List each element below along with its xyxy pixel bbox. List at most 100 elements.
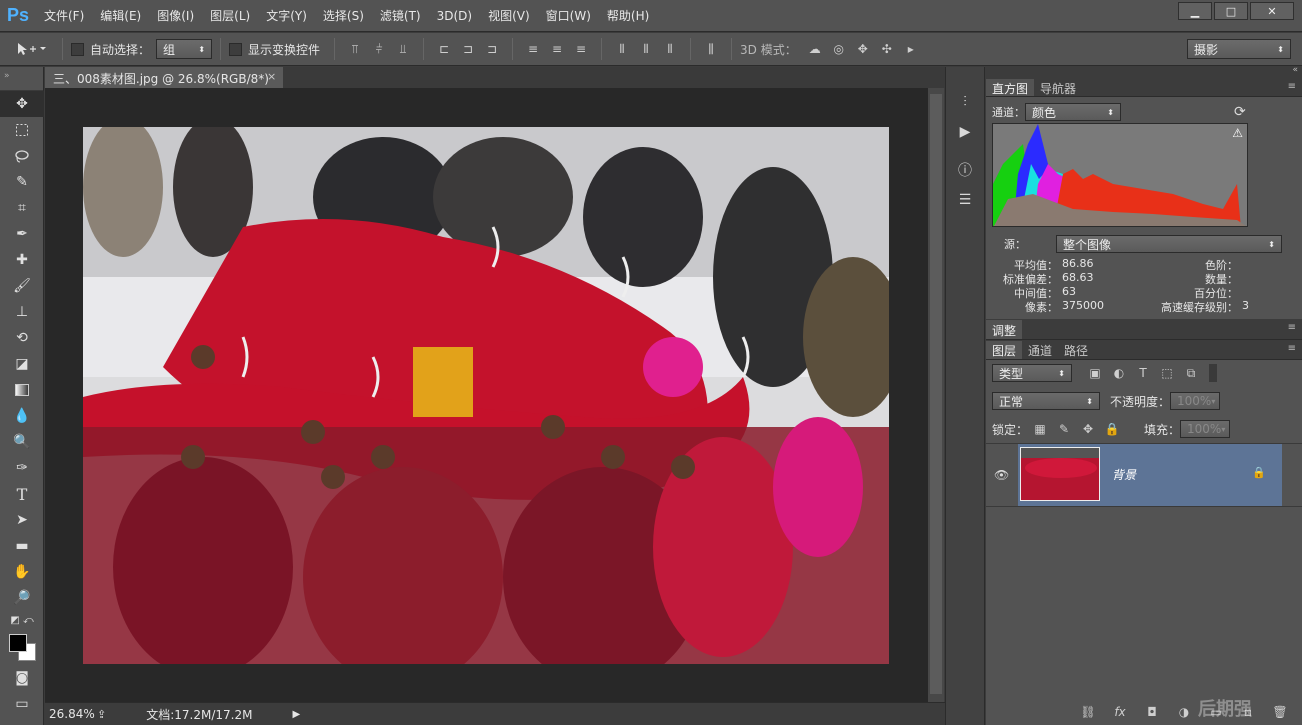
foreground-background-colors[interactable] — [0, 629, 44, 665]
align-hcenter-icon[interactable]: ⊐ — [459, 40, 477, 58]
align-bottom-icon[interactable]: ⫫ — [394, 40, 412, 58]
opacity-input[interactable]: 100% ▾ — [1170, 392, 1221, 410]
hand-tool-icon[interactable]: ✋ — [0, 559, 44, 585]
panel-collapse-icon[interactable]: « — [1292, 65, 1298, 75]
channel-dropdown[interactable]: 颜色 ⬍ — [1025, 103, 1121, 121]
auto-align-icon[interactable]: ⫼ — [702, 40, 720, 58]
eye-icon[interactable]: 👁 — [994, 468, 1009, 482]
type-tool-icon[interactable]: T — [0, 481, 44, 507]
blur-tool-icon[interactable]: 💧 — [0, 403, 44, 429]
dodge-tool-icon[interactable]: 🔍 — [0, 429, 44, 455]
tab-navigator[interactable]: 导航器 — [1034, 79, 1082, 96]
menu-select[interactable]: 选择(S) — [315, 0, 372, 32]
eyedropper-tool-icon[interactable]: ✒ — [0, 221, 44, 247]
panel-menu-icon[interactable]: ≡ — [1288, 343, 1296, 354]
filter-shape-icon[interactable]: ⬚ — [1158, 364, 1176, 382]
close-button[interactable]: ✕ — [1250, 2, 1294, 20]
menu-edit[interactable]: 编辑(E) — [92, 0, 149, 32]
tab-adjustments[interactable]: 调整 — [986, 320, 1023, 339]
canvas-area[interactable] — [45, 88, 928, 702]
panel-menu-icon[interactable]: ≡ — [1288, 81, 1296, 92]
align-left-icon[interactable]: ⊏ — [435, 40, 453, 58]
auto-select-dropdown[interactable]: 组 ⬍ — [156, 39, 213, 59]
distribute-hcenter-icon[interactable]: ⦀ — [637, 40, 655, 58]
filter-type-icon[interactable]: T — [1134, 364, 1152, 382]
play-arrow-icon[interactable]: ▶ — [292, 709, 300, 720]
source-dropdown[interactable]: 整个图像 ⬍ — [1056, 235, 1282, 253]
lasso-tool-icon[interactable] — [0, 143, 44, 169]
filter-smart-icon[interactable]: ⧉ — [1182, 364, 1200, 382]
info-panel-icon[interactable]: ⓘ — [946, 155, 984, 185]
lock-transparent-icon[interactable]: ▦ — [1031, 420, 1049, 438]
filter-adjustment-icon[interactable]: ◐ — [1110, 364, 1128, 382]
warning-icon[interactable]: ⚠ — [1232, 126, 1243, 140]
panel-menu-icon[interactable]: ≡ — [1288, 322, 1296, 333]
pen-tool-icon[interactable]: ✑ — [0, 455, 44, 481]
toolbar-collapse-icon[interactable]: » — [0, 67, 43, 91]
history-brush-tool-icon[interactable]: ⟲ — [0, 325, 44, 351]
menu-type[interactable]: 文字(Y) — [258, 0, 315, 32]
menu-view[interactable]: 视图(V) — [480, 0, 538, 32]
distribute-right-icon[interactable]: ⦀ — [661, 40, 679, 58]
3d-roll-icon[interactable]: ◎ — [830, 40, 848, 58]
blend-mode-dropdown[interactable]: 正常 ⬍ — [992, 392, 1100, 410]
menu-file[interactable]: 文件(F) — [36, 0, 92, 32]
layer-row-selected[interactable]: 背景 🔒 — [1018, 444, 1282, 506]
tab-histogram[interactable]: 直方图 — [986, 79, 1035, 96]
distribute-vcenter-icon[interactable]: ≡ — [548, 40, 566, 58]
new-adjustment-icon[interactable]: ◑ — [1175, 703, 1193, 721]
tab-layers[interactable]: 图层 — [986, 341, 1023, 359]
add-mask-icon[interactable]: ◘ — [1143, 703, 1161, 721]
marquee-tool-icon[interactable] — [0, 117, 44, 143]
distribute-bottom-icon[interactable]: ≡ — [572, 40, 590, 58]
3d-pan-icon[interactable]: ✥ — [854, 40, 872, 58]
vertical-scrollbar[interactable] — [928, 88, 944, 702]
close-tab-icon[interactable]: × — [267, 70, 276, 83]
fill-input[interactable]: 100% ▾ — [1180, 420, 1231, 438]
document-tab[interactable]: 三、008素材图.jpg @ 26.8%(RGB/8*) × — [45, 67, 283, 88]
lock-all-icon[interactable]: 🔒 — [1103, 420, 1121, 438]
align-right-icon[interactable]: ⊐ — [483, 40, 501, 58]
menu-image[interactable]: 图像(I) — [149, 0, 202, 32]
maximize-button[interactable]: □ — [1214, 2, 1248, 20]
refresh-icon[interactable]: ⟳ — [1234, 104, 1246, 120]
tab-paths[interactable]: 路径 — [1058, 341, 1094, 359]
move-tool-icon[interactable]: ✥ — [0, 91, 44, 117]
tab-channels[interactable]: 通道 — [1022, 341, 1058, 359]
3d-slide-icon[interactable]: ✣ — [878, 40, 896, 58]
swap-colors-icon[interactable]: ◩ ⤺ — [0, 611, 44, 629]
properties-panel-icon[interactable]: ☰ — [946, 185, 984, 215]
foreground-color-swatch[interactable] — [9, 634, 27, 652]
quick-mask-icon[interactable]: ◙ — [0, 665, 44, 691]
path-select-tool-icon[interactable]: ➤ — [0, 507, 44, 533]
move-tool-preset-icon[interactable] — [11, 40, 51, 58]
zoom-level[interactable]: 26.84% — [49, 707, 95, 721]
export-icon[interactable]: ⇪ — [97, 708, 106, 721]
actions-panel-icon[interactable]: ▶ — [946, 117, 984, 147]
workspace-dropdown[interactable]: 摄影 ⬍ — [1187, 39, 1291, 59]
lock-position-icon[interactable]: ✥ — [1079, 420, 1097, 438]
link-layers-icon[interactable]: ⛓ — [1079, 703, 1097, 721]
menu-3d[interactable]: 3D(D) — [429, 0, 480, 32]
filter-toggle[interactable] — [1209, 364, 1217, 382]
auto-select-checkbox[interactable] — [71, 42, 84, 56]
zoom-tool-icon[interactable]: 🔎 — [0, 585, 44, 611]
menu-filter[interactable]: 滤镜(T) — [372, 0, 429, 32]
filter-pixel-icon[interactable]: ▣ — [1086, 364, 1104, 382]
show-transform-checkbox[interactable] — [229, 42, 243, 56]
align-top-icon[interactable]: ⫪ — [346, 40, 364, 58]
3d-rotate-icon[interactable]: ☁ — [806, 40, 824, 58]
document-image[interactable] — [83, 127, 889, 664]
fx-icon[interactable]: fx — [1111, 703, 1129, 721]
gradient-tool-icon[interactable] — [0, 377, 44, 403]
lock-image-icon[interactable]: ✎ — [1055, 420, 1073, 438]
history-panel-icon[interactable]: ⫶ — [946, 87, 984, 117]
screen-mode-icon[interactable]: ▭ — [0, 691, 44, 717]
delete-layer-icon[interactable]: 🗑 — [1271, 703, 1289, 721]
quick-select-tool-icon[interactable]: ✎ — [0, 169, 44, 195]
distribute-left-icon[interactable]: ⦀ — [613, 40, 631, 58]
rectangle-tool-icon[interactable]: ▬ — [0, 533, 44, 559]
3d-scale-icon[interactable]: ▸ — [902, 40, 920, 58]
crop-tool-icon[interactable]: ⌗ — [0, 195, 44, 221]
brush-tool-icon[interactable]: 🖌 — [0, 273, 44, 299]
